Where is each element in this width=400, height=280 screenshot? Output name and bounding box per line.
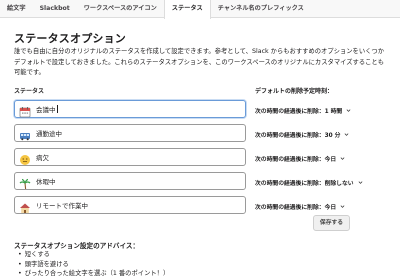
chevron-down-icon <box>340 157 345 160</box>
page-title: ステータスオプション <box>14 32 126 45</box>
page-description: 誰でも自由に自分のオリジナルのステータスを作成して設定できます。参考として、Sl… <box>14 48 385 76</box>
expiry-dropdown-commuting[interactable]: 次の時間の経過後に削除： 30 分 <box>255 130 349 139</box>
status-text: 通勤途中 <box>36 130 62 138</box>
tab-channel-prefix[interactable]: チャンネル名のプレフィックス <box>211 0 311 18</box>
expiry-column-header: デフォルトの削除予定時刻： <box>255 88 334 95</box>
expiry-dropdown-meeting[interactable]: 次の時間の経過後に削除： 1 時間 <box>255 106 351 115</box>
status-input-commuting[interactable]: 通勤途中 <box>14 124 246 142</box>
expiry-prefix: 次の時間の経過後に削除： <box>255 181 325 187</box>
status-input-vacation[interactable]: 休暇中 <box>14 172 246 190</box>
sick-face-icon <box>19 151 31 165</box>
chevron-down-icon <box>345 133 349 136</box>
expiry-prefix: 次の時間の経過後に削除： <box>255 205 325 211</box>
tab-emoji[interactable]: 絵文字 <box>0 0 33 18</box>
house-icon <box>19 199 31 213</box>
status-input-meeting[interactable]: 会議中 <box>14 100 246 118</box>
advice-title: ステータスオプション設定のアドバイス： <box>14 242 140 250</box>
expiry-prefix: 次の時間の経過後に削除： <box>255 109 325 115</box>
status-text: 病欠 <box>36 154 49 162</box>
expiry-dropdown-sick[interactable]: 次の時間の経過後に削除： 今日 <box>255 154 345 163</box>
status-text: リモートで作業中 <box>36 202 88 210</box>
bus-icon <box>19 127 31 141</box>
expiry-value: 今日 <box>324 205 337 211</box>
expiry-value: 1 時間 <box>324 109 343 115</box>
expiry-prefix: 次の時間の経過後に削除： <box>255 133 325 139</box>
expiry-dropdown-vacation[interactable]: 次の時間の経過後に削除： 削除しない <box>255 178 363 187</box>
expiry-dropdown-remote[interactable]: 次の時間の経過後に削除： 今日 <box>255 202 345 211</box>
status-text: 会議中 <box>36 106 56 114</box>
tab-bar: 絵文字 Slackbot ワークスペースのアイコン ステータス チャンネル名のプ… <box>0 0 400 19</box>
palm-tree-icon <box>19 175 31 190</box>
advice-item: 短くする <box>18 250 169 260</box>
tab-slackbot[interactable]: Slackbot <box>33 0 77 18</box>
advice-item: ぴったり合った絵文字を選ぶ（1 番のポイント！） <box>18 269 170 279</box>
save-button[interactable]: 保存する <box>313 215 350 231</box>
chevron-down-icon <box>346 109 351 112</box>
expiry-prefix: 次の時間の経過後に削除： <box>255 157 325 163</box>
calendar-icon <box>19 103 31 118</box>
status-input-sick[interactable]: 病欠 <box>14 148 246 166</box>
text-cursor <box>56 105 58 113</box>
tab-workspace-icon[interactable]: ワークスペースのアイコン <box>77 0 164 18</box>
advice-item: 頭字語を避ける <box>18 260 169 270</box>
tab-status[interactable]: ステータス <box>163 0 211 19</box>
expiry-value: 今日 <box>324 157 337 163</box>
chevron-down-icon <box>340 205 345 208</box>
expiry-value: 30 分 <box>324 133 341 139</box>
advice-list: 短くする 頭字語を避ける ぴったり合った絵文字を選ぶ（1 番のポイント！） <box>18 250 170 279</box>
expiry-value: 削除しない <box>324 181 354 187</box>
chevron-down-icon <box>358 181 363 184</box>
status-input-remote[interactable]: リモートで作業中 <box>14 196 246 214</box>
status-text: 休暇中 <box>36 178 56 186</box>
status-column-header: ステータス <box>14 88 45 95</box>
